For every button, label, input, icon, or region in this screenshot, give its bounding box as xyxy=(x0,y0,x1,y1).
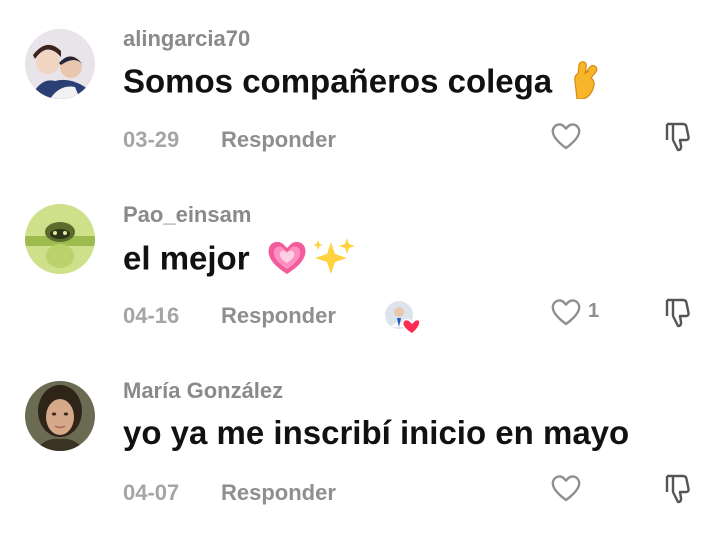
comment-item: María González yo ya me inscribí inicio … xyxy=(0,352,720,528)
comment-text: el mejor xyxy=(123,236,355,286)
avatar[interactable] xyxy=(25,29,95,99)
username[interactable]: alingarcia70 xyxy=(123,26,250,52)
reply-button[interactable]: Responder xyxy=(221,480,336,506)
username[interactable]: Pao_einsam xyxy=(123,202,251,228)
heart-outline-icon xyxy=(551,299,581,326)
like-button[interactable] xyxy=(548,470,584,506)
avatar[interactable] xyxy=(25,381,95,451)
like-count: 1 xyxy=(588,300,600,322)
heart-outline-icon xyxy=(551,123,581,150)
comment-date: 04-07 xyxy=(123,480,180,505)
comment-item: Pao_einsam el mejor 04-16 Responder 1 xyxy=(0,176,720,352)
comment-text-content: yo ya me inscribí inicio en mayo xyxy=(123,414,630,451)
like-button[interactable] xyxy=(548,294,584,330)
comment-date: 04-16 xyxy=(123,303,180,328)
dislike-button[interactable] xyxy=(660,118,696,154)
fingers-crossed-icon xyxy=(569,61,599,107)
creator-liked-badge xyxy=(384,300,421,336)
comment-text: yo ya me inscribí inicio en mayo xyxy=(123,414,629,452)
reply-button[interactable]: Responder xyxy=(221,127,336,153)
comment-text-content: Somos compañeros colega xyxy=(123,62,553,100)
thumbs-down-icon xyxy=(665,122,690,152)
avatar[interactable] xyxy=(25,204,95,274)
comment-item: alingarcia70 Somos compañeros colega 03-… xyxy=(0,0,720,176)
dislike-button[interactable] xyxy=(660,470,696,506)
thumbs-down-icon xyxy=(665,474,690,504)
heart-sparkles-icon xyxy=(265,236,355,286)
like-button[interactable] xyxy=(548,118,584,154)
comment-text: Somos compañeros colega xyxy=(123,61,599,107)
thumbs-down-icon xyxy=(665,298,690,328)
comment-date: 03-29 xyxy=(123,127,180,152)
dislike-button[interactable] xyxy=(660,294,696,330)
username[interactable]: María González xyxy=(123,378,283,404)
comment-text-content: el mejor xyxy=(123,239,250,277)
heart-outline-icon xyxy=(551,475,581,502)
reply-button[interactable]: Responder xyxy=(221,303,336,329)
